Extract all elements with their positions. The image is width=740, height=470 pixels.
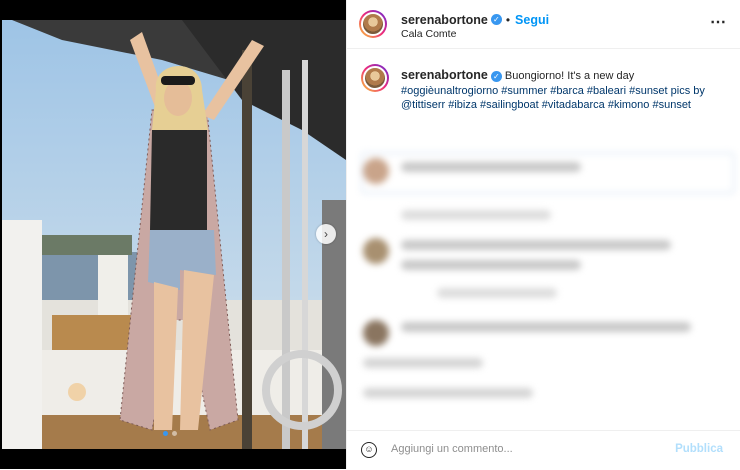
post-header: serenabortone ✓ • Segui Cala Comte ⋯ [347,0,740,49]
next-slide-button[interactable]: › [316,224,336,244]
caption-avatar[interactable] [361,64,389,92]
caption-message: Buongiorno! It's a new day [504,70,635,82]
verified-icon: ✓ [490,70,502,82]
emoji-icon[interactable]: ☺ [361,442,377,458]
username-link[interactable]: serenabortone [401,13,488,27]
post-sidebar: serenabortone ✓ • Segui Cala Comte ⋯ serena… [346,0,740,469]
verified-icon: ✓ [490,14,502,26]
more-options-icon[interactable]: ⋯ [710,12,727,32]
comment-bar: ☺ Aggiungi un commento... Pubblica [347,430,740,470]
post-media: › [0,0,346,469]
separator-dot: • [505,13,511,27]
blurred-comments [347,140,740,430]
caption-hashtags[interactable]: #oggièunaltrogiorno #summer #barca #bale… [401,85,705,112]
carousel-indicator [163,431,177,436]
follow-button[interactable]: Segui [515,13,549,27]
publish-button[interactable]: Pubblica [675,443,723,455]
carousel-dot-active [163,431,168,436]
location-link[interactable]: Cala Comte [401,28,456,40]
header-user: serenabortone ✓ • Segui [401,11,549,29]
carousel-dot [172,431,177,436]
caption-username[interactable]: serenabortone [401,68,488,82]
post-photo[interactable] [2,20,346,449]
comment-input[interactable]: Aggiungi un commento... [391,443,513,455]
avatar[interactable] [359,10,387,38]
caption-text: serenabortone ✓ Buongiorno! It's a new da… [401,68,721,113]
